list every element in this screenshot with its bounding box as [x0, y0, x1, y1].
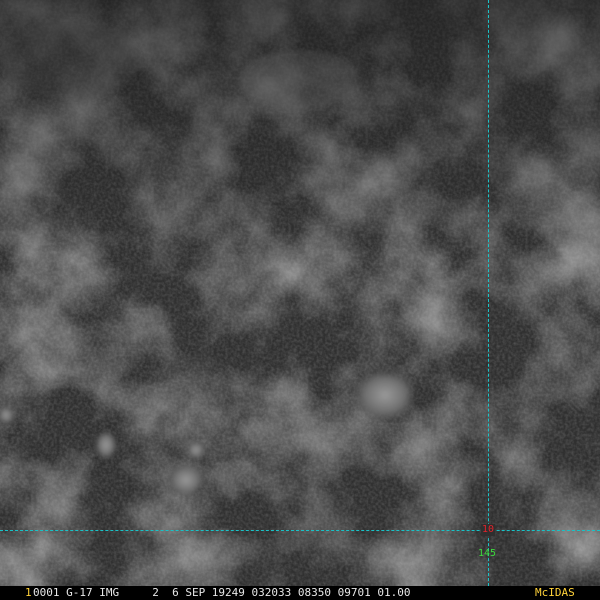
- satellite-cloud-imagery: [0, 0, 600, 586]
- storm-cell: [351, 367, 419, 423]
- storm-cell: [166, 462, 206, 498]
- longitude-grid-line: [488, 0, 489, 586]
- latitude-label: 10: [481, 524, 496, 536]
- mcidas-logo-text: McIDAS: [535, 586, 575, 599]
- cloud-band: [0, 20, 140, 100]
- longitude-label: 145: [478, 548, 497, 559]
- latitude-grid-line: [0, 530, 600, 531]
- cloud-band: [240, 50, 360, 110]
- storm-cell: [186, 440, 206, 460]
- status-bar: 1 0001 G-17 IMG 2 6 SEP 19249 032033 083…: [0, 586, 600, 600]
- image-info-text: 0001 G-17 IMG 2 6 SEP 19249 032033 08350…: [33, 586, 411, 599]
- frame-number: 1: [25, 586, 32, 599]
- satellite-image-viewer: 10 145 1 0001 G-17 IMG 2 6 SEP 19249 032…: [0, 0, 600, 600]
- storm-cell: [94, 429, 118, 461]
